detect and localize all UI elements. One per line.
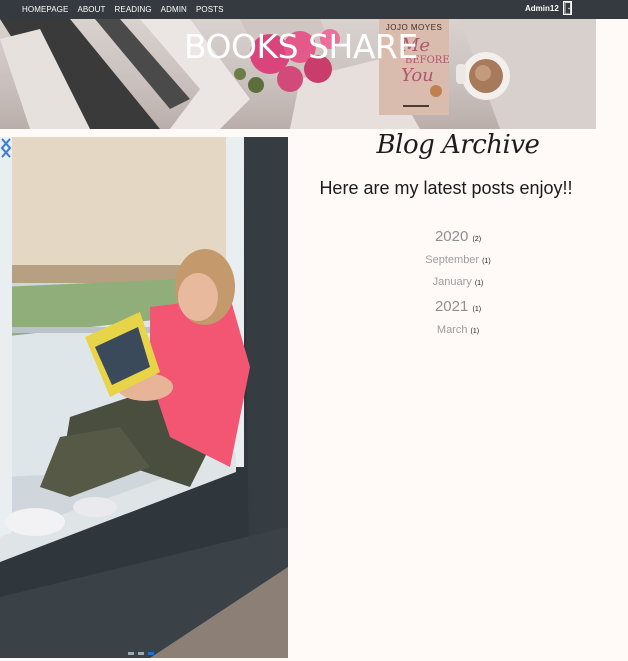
nav-link-reading[interactable]: READING: [115, 5, 152, 14]
nav-user: Admin12: [525, 0, 572, 16]
archive-subtitle: Here are my latest posts enjoy!!: [319, 178, 573, 198]
username-label: Admin12: [525, 3, 559, 13]
archive-year-count: (1): [472, 306, 482, 313]
archive-month-count: (1): [474, 280, 484, 287]
archive-year-2020[interactable]: 2020 (2): [288, 228, 628, 245]
carousel-slide-image: [0, 137, 288, 658]
nav-link-homepage[interactable]: HOMEPAGE: [22, 5, 68, 14]
archive-year-label: 2020: [434, 228, 469, 245]
header-banner: JOJO MOYES Me BEFORE You BOOKS SHARE: [0, 19, 596, 129]
archive-year-2021[interactable]: 2021 (1): [288, 298, 628, 315]
carousel-indicator[interactable]: [128, 652, 134, 655]
image-carousel: [0, 137, 288, 658]
archive-month-september[interactable]: September (1): [288, 254, 628, 266]
nav-link-posts[interactable]: POSTS: [196, 5, 224, 14]
site-title[interactable]: BOOKS SHARE: [184, 27, 418, 66]
archive-month-march[interactable]: March (1): [288, 324, 628, 336]
archive-month-label: March: [436, 324, 468, 336]
archive-month-count: (1): [482, 258, 491, 265]
archive-month-count: (1): [470, 328, 480, 335]
archive-year-count: (2): [472, 236, 482, 243]
door-icon[interactable]: [562, 1, 572, 15]
carousel-indicator-active[interactable]: [148, 652, 154, 655]
archive-month-january[interactable]: January (1): [288, 276, 628, 288]
archive-month-label: January: [432, 276, 472, 288]
carousel-indicators: [128, 652, 154, 655]
archive-year-label: 2021: [434, 298, 469, 315]
top-navbar: HOMEPAGE ABOUT READING ADMIN POSTS Admin…: [0, 0, 628, 19]
chevron-right-icon[interactable]: [0, 137, 12, 159]
blog-archive: Blog Archive Here are my latest posts en…: [288, 130, 628, 336]
carousel-indicator[interactable]: [138, 652, 144, 655]
archive-month-label: September: [425, 254, 480, 266]
archive-heading: Blog Archive: [376, 130, 540, 160]
nav-link-admin[interactable]: ADMIN: [161, 5, 187, 14]
nav-link-about[interactable]: ABOUT: [77, 5, 105, 14]
nav-links: HOMEPAGE ABOUT READING ADMIN POSTS: [22, 0, 224, 19]
